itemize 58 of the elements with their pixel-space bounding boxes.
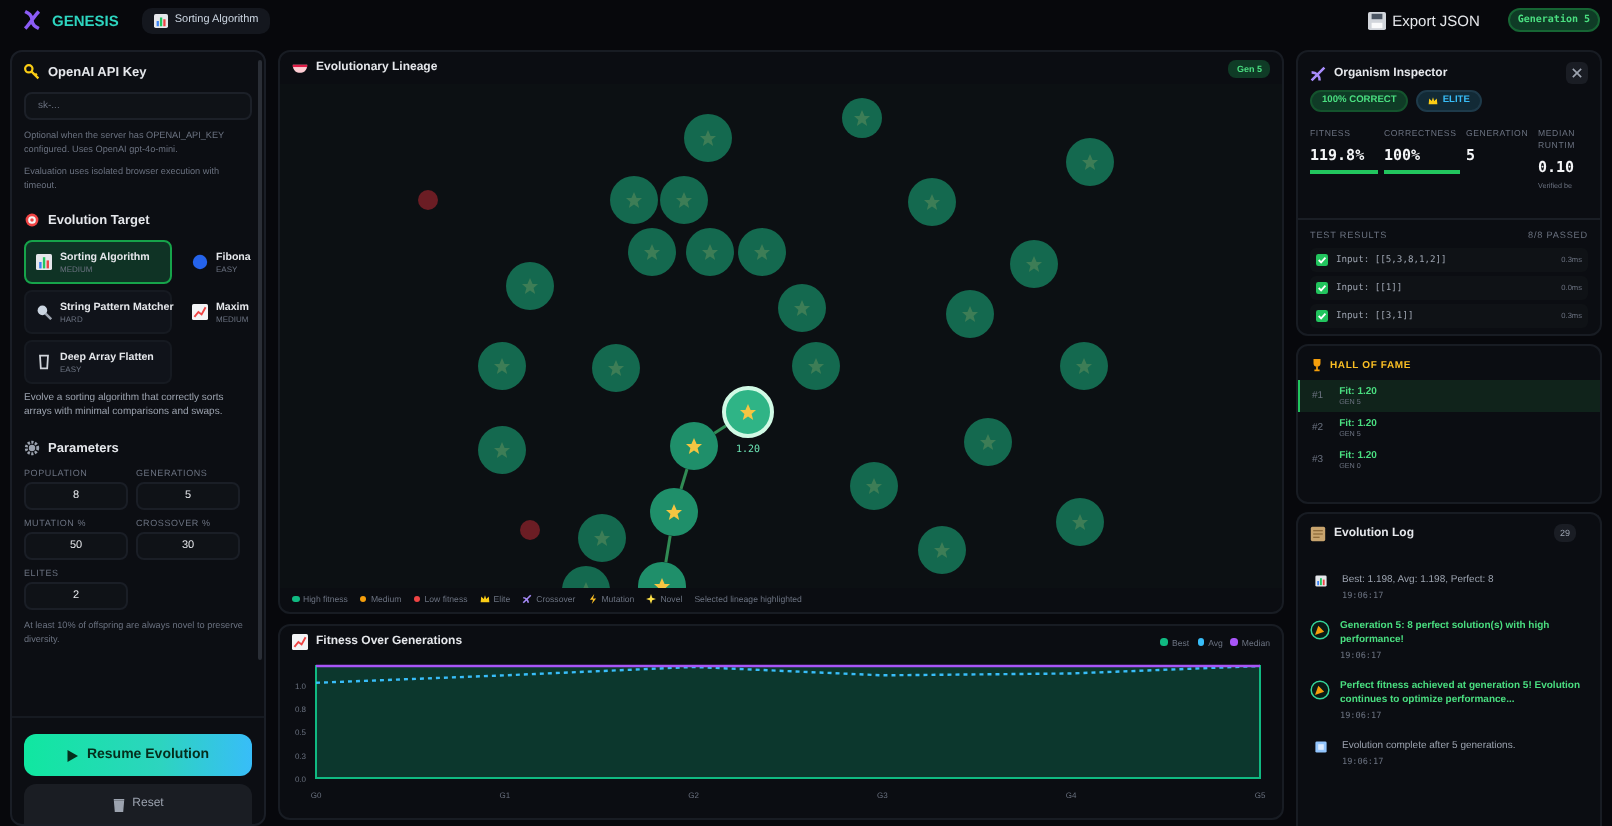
graph-node[interactable] <box>650 488 698 536</box>
target-icon <box>24 212 40 228</box>
graph-node[interactable] <box>478 342 526 390</box>
graph-node[interactable] <box>418 190 438 210</box>
graph-node[interactable] <box>660 176 708 224</box>
graph-node[interactable] <box>738 228 786 276</box>
graph-node[interactable] <box>1056 498 1104 546</box>
bar-chart-icon <box>36 254 52 270</box>
dna-icon <box>522 594 533 604</box>
party-popper-icon <box>1310 680 1330 700</box>
close-button[interactable] <box>1566 62 1588 84</box>
line-chart-icon <box>192 304 208 320</box>
graph-node[interactable] <box>792 342 840 390</box>
graph-node[interactable] <box>638 562 686 588</box>
trophy-icon <box>1310 358 1324 372</box>
search-icon <box>36 304 52 320</box>
graph-node[interactable] <box>1066 138 1114 186</box>
graph-node[interactable] <box>1010 240 1058 288</box>
key-icon <box>24 64 40 80</box>
close-icon <box>1572 68 1582 78</box>
graph-node[interactable] <box>778 284 826 332</box>
graph-node[interactable] <box>562 566 610 588</box>
bar-chart-icon <box>1314 574 1328 588</box>
bowl-icon <box>292 60 308 76</box>
bar-chart-icon <box>154 13 169 27</box>
dna-icon <box>20 8 44 32</box>
party-popper-icon <box>1310 620 1330 640</box>
graph-node[interactable] <box>506 262 554 310</box>
graph-node[interactable] <box>946 290 994 338</box>
graph-node[interactable] <box>520 520 540 540</box>
gear-icon <box>24 440 40 456</box>
graph-node[interactable] <box>478 426 526 474</box>
graph-node[interactable] <box>722 386 774 438</box>
cup-icon <box>36 354 52 370</box>
dna-icon <box>1310 65 1326 81</box>
graph-node[interactable] <box>850 462 898 510</box>
graph-node[interactable] <box>918 526 966 574</box>
graph-node[interactable] <box>610 176 658 224</box>
graph-node[interactable] <box>1060 342 1108 390</box>
graph-node[interactable] <box>592 344 640 392</box>
graph-node[interactable] <box>964 418 1012 466</box>
crown-icon <box>479 594 490 604</box>
play-icon <box>66 749 79 761</box>
graph-node[interactable] <box>670 422 718 470</box>
lightning-icon <box>587 594 598 604</box>
graph-node[interactable] <box>908 178 956 226</box>
circle-icon <box>192 254 208 270</box>
graph-node[interactable] <box>628 228 676 276</box>
lineage-edge <box>713 424 727 435</box>
crown-icon <box>1428 96 1439 106</box>
line-chart-icon <box>292 634 308 650</box>
graph-node[interactable] <box>684 114 732 162</box>
graph-node[interactable] <box>842 98 882 138</box>
graph-node[interactable] <box>578 514 626 562</box>
graph-node[interactable] <box>686 228 734 276</box>
trash-icon <box>112 797 127 811</box>
scroll-icon <box>1310 525 1326 541</box>
sparkle-icon <box>646 594 657 604</box>
